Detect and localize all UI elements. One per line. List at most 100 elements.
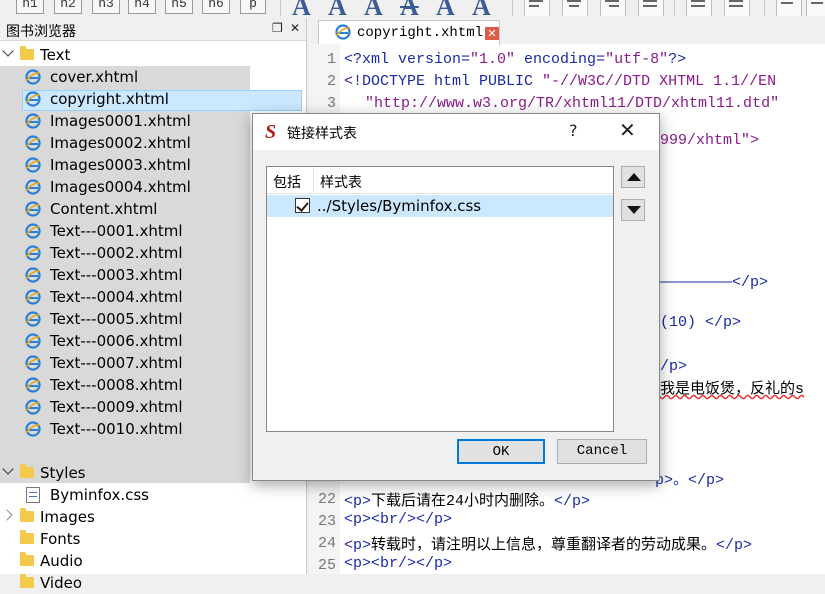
code-token: /p>: [660, 358, 688, 375]
column-header-stylesheet[interactable]: 样式表: [320, 172, 362, 192]
code-token: </p>: [716, 537, 753, 554]
tab-label: copyright.xhtml: [357, 25, 484, 41]
help-icon[interactable]: ?: [569, 121, 578, 140]
code-line[interactable]: <p>转载时，请注明以上信息，尊重翻译者的劳动成果。</p>: [344, 533, 752, 554]
code-line[interactable]: <p><br/></p>: [344, 511, 452, 528]
code-token: <p><br/></p>: [344, 511, 453, 528]
chevron-down-icon[interactable]: [2, 45, 14, 57]
italic-button[interactable]: A: [328, 0, 347, 16]
file-label: Text---0009.xhtml: [50, 398, 183, 416]
code-line[interactable]: <?xml version="1.0" encoding="utf-8"?>: [344, 51, 686, 68]
bold-button[interactable]: A: [292, 0, 311, 16]
move-up-button[interactable]: [621, 166, 645, 188]
stylesheet-row[interactable]: ../Styles/Byminfox.css: [267, 195, 613, 217]
heading-h5-button[interactable]: h5: [165, 0, 193, 14]
css-file-icon: [26, 487, 40, 503]
xhtml-file-icon: [25, 377, 41, 393]
dialog-title: 链接样式表: [287, 126, 357, 142]
folder-audio[interactable]: Audio: [0, 550, 306, 572]
file-label: Text---0002.xhtml: [50, 244, 183, 262]
forward-arrow-button[interactable]: [806, 0, 825, 16]
cancel-button[interactable]: Cancel: [557, 439, 647, 464]
file-label: Text---0001.xhtml: [50, 222, 183, 240]
code-line[interactable]: <p>下载后请在24小时内删除。</p>: [344, 489, 590, 510]
file-item-css[interactable]: Byminfox.css: [0, 484, 306, 506]
code-line[interactable]: p>。</p>: [655, 468, 724, 489]
line-number: 22: [317, 491, 336, 508]
heading-h6-button[interactable]: h6: [202, 0, 230, 14]
ok-button[interactable]: OK: [457, 439, 545, 464]
strikethrough-button[interactable]: A: [400, 0, 419, 16]
xhtml-file-icon: [25, 223, 41, 239]
heading-h3-button[interactable]: h3: [92, 0, 120, 14]
folder-video[interactable]: Video: [0, 572, 306, 594]
code-token: "1.0": [470, 51, 516, 68]
xhtml-file-icon: [25, 421, 41, 437]
include-checkbox[interactable]: [295, 198, 310, 213]
column-divider[interactable]: [313, 167, 314, 193]
xhtml-file-icon: [25, 201, 41, 217]
arrow-up-icon: [627, 173, 641, 181]
underline-button[interactable]: A: [364, 0, 383, 16]
code-line[interactable]: <p><br/></p>: [344, 555, 452, 572]
xhtml-file-icon: [25, 245, 41, 261]
code-line[interactable]: ————————</p>: [660, 274, 768, 291]
folder-label: Audio: [40, 552, 83, 570]
align-left-button[interactable]: [524, 0, 550, 16]
xhtml-file-icon: [25, 91, 41, 107]
folder-text[interactable]: Text: [0, 44, 306, 66]
back-arrow-button[interactable]: [776, 0, 802, 16]
folder-icon: [20, 574, 34, 588]
file-label: Text---0007.xhtml: [50, 354, 183, 372]
heading-h4-button[interactable]: h4: [128, 0, 156, 14]
code-line[interactable]: (10) </p>: [660, 314, 741, 331]
code-line[interactable]: 999/xhtml">: [660, 132, 759, 149]
close-icon[interactable]: ✕: [619, 118, 636, 142]
code-token: p>。</p>: [655, 472, 725, 489]
file-item[interactable]: copyright.xhtml: [0, 88, 306, 110]
file-label: Byminfox.css: [50, 486, 149, 504]
move-down-button[interactable]: [621, 199, 645, 221]
xhtml-file-icon: [25, 289, 41, 305]
file-item[interactable]: cover.xhtml: [0, 66, 306, 88]
code-line[interactable]: <!DOCTYPE html PUBLIC "-//W3C//DTD XHTML…: [344, 73, 776, 90]
xhtml-file-icon: [25, 135, 41, 151]
file-label: Text---0004.xhtml: [50, 288, 183, 306]
xhtml-file-icon: [25, 333, 41, 349]
float-panel-icon[interactable]: ❐: [272, 21, 283, 35]
stylesheet-path: ../Styles/Byminfox.css: [317, 197, 482, 215]
numbered-list-button[interactable]: [724, 0, 750, 16]
code-line[interactable]: 我是电饭煲，反礼的s: [660, 377, 804, 398]
heading-h1-button[interactable]: h1: [16, 0, 44, 14]
justify-button[interactable]: [638, 0, 664, 16]
bullet-list-button[interactable]: [686, 0, 712, 16]
xhtml-file-icon: [25, 311, 41, 327]
folder-fonts[interactable]: Fonts: [0, 528, 306, 550]
close-panel-icon[interactable]: ✕: [290, 21, 300, 35]
align-center-button[interactable]: [562, 0, 588, 16]
paragraph-button[interactable]: p: [240, 0, 266, 14]
align-right-button[interactable]: [600, 0, 626, 16]
folder-images[interactable]: Images: [0, 506, 306, 528]
close-tab-icon[interactable]: ✕: [485, 27, 499, 40]
file-label: cover.xhtml: [50, 68, 139, 86]
column-header-include[interactable]: 包括: [273, 172, 301, 192]
tab-copyright[interactable]: copyright.xhtml ✕: [318, 20, 500, 45]
file-label: Images0003.xhtml: [50, 156, 191, 174]
subscript-button[interactable]: A: [436, 0, 455, 16]
code-line[interactable]: /p>: [660, 358, 687, 375]
xhtml-file-icon: [25, 179, 41, 195]
link-stylesheet-dialog: S 链接样式表 ? ✕ 包括 样式表 ../Styles/Byminfox.cs…: [252, 113, 660, 481]
code-line[interactable]: "http://www.w3.org/TR/xhtml11/DTD/xhtml1…: [365, 95, 779, 112]
chevron-down-icon[interactable]: [2, 463, 14, 475]
folder-icon: [20, 552, 34, 566]
code-token: ?>: [668, 51, 687, 68]
xhtml-file-icon: [25, 113, 41, 129]
toolbar: h1 h2 h3 h4 h5 h6 p A A A A A A: [0, 0, 825, 16]
app-logo-icon: S: [265, 121, 277, 143]
heading-h2-button[interactable]: h2: [54, 0, 82, 14]
chevron-right-icon[interactable]: [1, 509, 13, 521]
toolbar-divider: [512, 0, 513, 16]
superscript-button[interactable]: A: [472, 0, 491, 16]
folder-label: Images: [40, 508, 95, 526]
